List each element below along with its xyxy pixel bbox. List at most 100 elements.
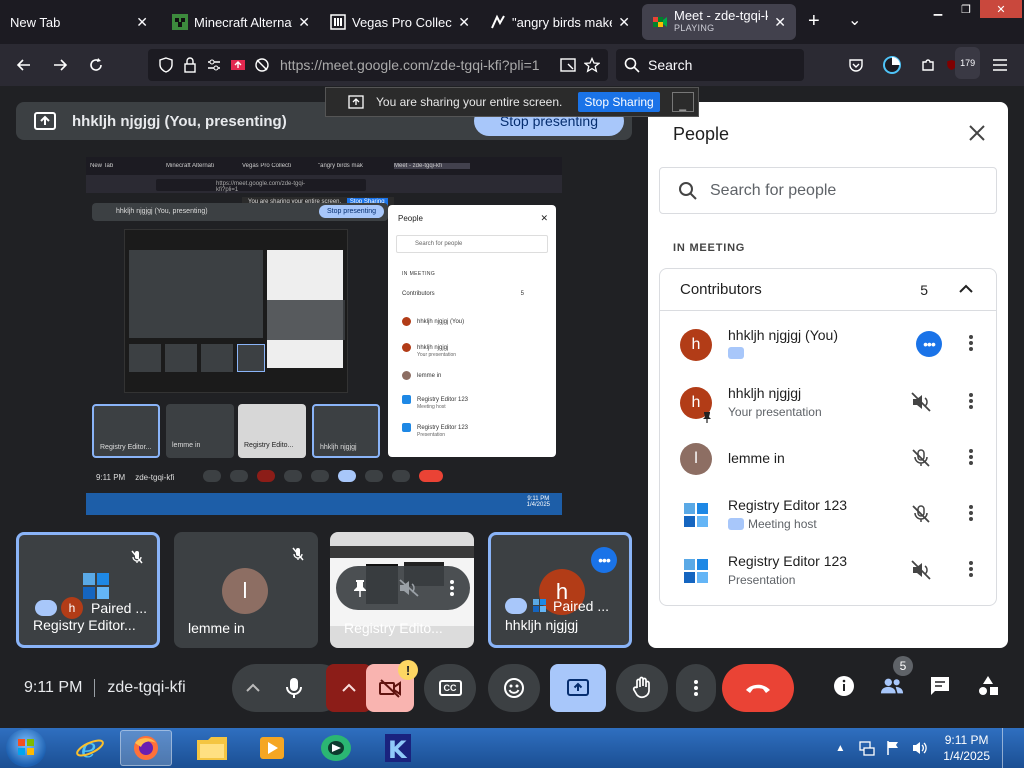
shared-stop-presenting: Stop presenting bbox=[318, 205, 384, 218]
search-people-input[interactable]: Search for people bbox=[659, 167, 997, 214]
meeting-details-icon[interactable] bbox=[832, 674, 856, 698]
taskbar-explorer[interactable] bbox=[186, 730, 238, 766]
extensions-puzzle-icon[interactable] bbox=[910, 49, 946, 81]
participant-row-registry-presentation[interactable]: Registry Editor 123 Presentation bbox=[660, 543, 996, 599]
present-now-button[interactable] bbox=[550, 664, 606, 712]
more-options-icon[interactable]: ••• bbox=[916, 331, 942, 357]
back-arrow-icon[interactable] bbox=[6, 49, 42, 81]
chevron-up-icon bbox=[246, 683, 260, 692]
pin-icon bbox=[703, 412, 711, 423]
kebab-menu-icon[interactable] bbox=[968, 391, 974, 411]
volume-off-icon[interactable] bbox=[910, 559, 932, 581]
new-tab-plus-icon[interactable]: + bbox=[808, 10, 820, 33]
minimize-window-icon[interactable]: ▁ bbox=[924, 0, 952, 18]
forward-arrow-icon[interactable] bbox=[42, 49, 78, 81]
more-options-icon[interactable]: ••• bbox=[591, 547, 617, 573]
mic-off-icon[interactable] bbox=[910, 447, 932, 469]
participant-name: hhkljh njgjgj bbox=[728, 385, 802, 401]
mute-participant-icon[interactable] bbox=[398, 578, 420, 598]
search-bar[interactable]: Search bbox=[616, 49, 804, 81]
tab-vegas[interactable]: Vegas Pro Collectio ✕ bbox=[320, 4, 480, 40]
kebab-menu-icon[interactable] bbox=[968, 503, 974, 523]
shared-person-name: lemme in bbox=[417, 373, 442, 380]
audio-options-button[interactable] bbox=[232, 664, 274, 712]
url-text[interactable]: https://meet.google.com/zde-tgqi-kfi?pli… bbox=[280, 57, 550, 73]
shared-person-row: Registry Editor 123 Meeting host bbox=[402, 395, 468, 410]
show-desktop-button[interactable] bbox=[1002, 728, 1012, 768]
pocket-icon[interactable] bbox=[838, 49, 874, 81]
pin-icon[interactable] bbox=[351, 578, 369, 598]
taskbar-media-player[interactable] bbox=[246, 730, 298, 766]
taskbar-internet-explorer[interactable]: e bbox=[64, 730, 116, 766]
chevron-up-icon[interactable] bbox=[958, 281, 974, 297]
reader-view-icon[interactable] bbox=[556, 53, 580, 77]
ublock-icon[interactable]: 179 bbox=[946, 47, 982, 81]
action-center-flag-icon[interactable] bbox=[885, 740, 901, 756]
tab-new-tab[interactable]: New Tab ✕ bbox=[0, 4, 158, 40]
start-button[interactable] bbox=[6, 729, 46, 767]
shared-presenting-banner: hhkljh njgjgj (You, presenting) Stop pre… bbox=[92, 203, 388, 221]
taskbar-streaming-app[interactable] bbox=[310, 730, 362, 766]
participant-tile-registry-editor[interactable]: h Paired ... Registry Editor... bbox=[16, 532, 160, 648]
people-icon[interactable] bbox=[880, 674, 904, 698]
captions-button[interactable]: CC bbox=[424, 664, 476, 712]
participant-tile-self[interactable]: ••• h Paired ... hhkljh njgjgj bbox=[488, 532, 632, 648]
system-clock[interactable]: 9:11 PM 1/4/2025 bbox=[943, 732, 990, 764]
participant-tile-lemme-in[interactable]: l lemme in bbox=[174, 532, 318, 648]
tab-minecraft[interactable]: Minecraft Alternati ✕ bbox=[162, 4, 320, 40]
participant-row-lemme-in[interactable]: l lemme in bbox=[660, 431, 996, 487]
shared-in-meeting: IN MEETING bbox=[402, 271, 436, 277]
tab-close-icon[interactable]: ✕ bbox=[774, 14, 786, 31]
kebab-menu-icon[interactable] bbox=[968, 333, 974, 353]
mic-off-icon[interactable] bbox=[910, 503, 932, 525]
show-hidden-icons-chevron-icon[interactable]: ▲ bbox=[835, 743, 845, 754]
tab-close-icon[interactable]: ✕ bbox=[618, 14, 630, 31]
leave-call-button[interactable] bbox=[722, 664, 794, 712]
raise-hand-button[interactable] bbox=[616, 664, 668, 712]
address-bar[interactable]: https://meet.google.com/zde-tgqi-kfi?pli… bbox=[148, 49, 608, 81]
meet-favicon-icon bbox=[653, 17, 667, 27]
chat-icon[interactable] bbox=[928, 674, 952, 698]
captions-icon: CC bbox=[438, 680, 462, 696]
tab-list-chevron-icon[interactable]: ⌄ bbox=[848, 10, 861, 30]
screen-share-indicator-icon[interactable] bbox=[226, 53, 250, 77]
bookmark-star-icon[interactable] bbox=[580, 53, 604, 77]
participant-status bbox=[728, 347, 748, 359]
volume-off-icon[interactable] bbox=[910, 391, 932, 413]
autoplay-blocked-icon[interactable] bbox=[250, 53, 274, 77]
kebab-menu-icon[interactable] bbox=[968, 447, 974, 467]
microphone-button[interactable] bbox=[270, 664, 318, 712]
network-icon[interactable] bbox=[859, 740, 875, 756]
lock-icon[interactable] bbox=[178, 53, 202, 77]
participant-name: lemme in bbox=[728, 450, 785, 466]
close-icon[interactable] bbox=[968, 124, 986, 142]
activities-icon[interactable] bbox=[976, 674, 1000, 698]
media-player-icon bbox=[260, 737, 284, 759]
maximize-window-icon[interactable]: ❐ bbox=[952, 0, 980, 18]
minimize-indicator-button[interactable]: _ bbox=[671, 92, 694, 112]
permissions-icon[interactable] bbox=[202, 53, 226, 77]
tab-angry-birds[interactable]: "angry birds maker ✕ bbox=[480, 4, 640, 40]
participant-row-registry-host[interactable]: Registry Editor 123 Meeting host bbox=[660, 487, 996, 543]
tab-close-icon[interactable]: ✕ bbox=[458, 14, 470, 31]
reactions-button[interactable] bbox=[488, 664, 540, 712]
account-avatar-icon[interactable] bbox=[874, 49, 910, 81]
taskbar-k-app[interactable]: K bbox=[372, 730, 424, 766]
tab-meet[interactable]: Meet - zde-tgqi-kfi PLAYING ✕ bbox=[642, 4, 796, 40]
more-options-button[interactable] bbox=[676, 664, 716, 712]
stop-sharing-button[interactable]: Stop Sharing bbox=[578, 92, 660, 112]
contributors-header[interactable]: Contributors 5 bbox=[660, 269, 996, 311]
kebab-menu-icon[interactable] bbox=[968, 559, 974, 579]
shared-control-bar: 9:11 PM zde-tgqi-kfi bbox=[86, 465, 562, 489]
close-window-icon[interactable]: ✕ bbox=[980, 0, 1022, 18]
participant-row-presentation[interactable]: h hhkljh njgjgj Your presentation bbox=[660, 375, 996, 431]
taskbar-firefox[interactable] bbox=[120, 730, 172, 766]
reload-icon[interactable] bbox=[78, 49, 114, 81]
tab-close-icon[interactable]: ✕ bbox=[136, 14, 148, 31]
more-options-icon[interactable] bbox=[449, 578, 455, 598]
shield-icon[interactable] bbox=[154, 53, 178, 77]
volume-icon[interactable] bbox=[911, 740, 929, 756]
participant-row-self[interactable]: h hhkljh njgjgj (You) ••• bbox=[660, 317, 996, 373]
tab-close-icon[interactable]: ✕ bbox=[298, 14, 310, 31]
hamburger-menu-icon[interactable] bbox=[982, 49, 1018, 81]
